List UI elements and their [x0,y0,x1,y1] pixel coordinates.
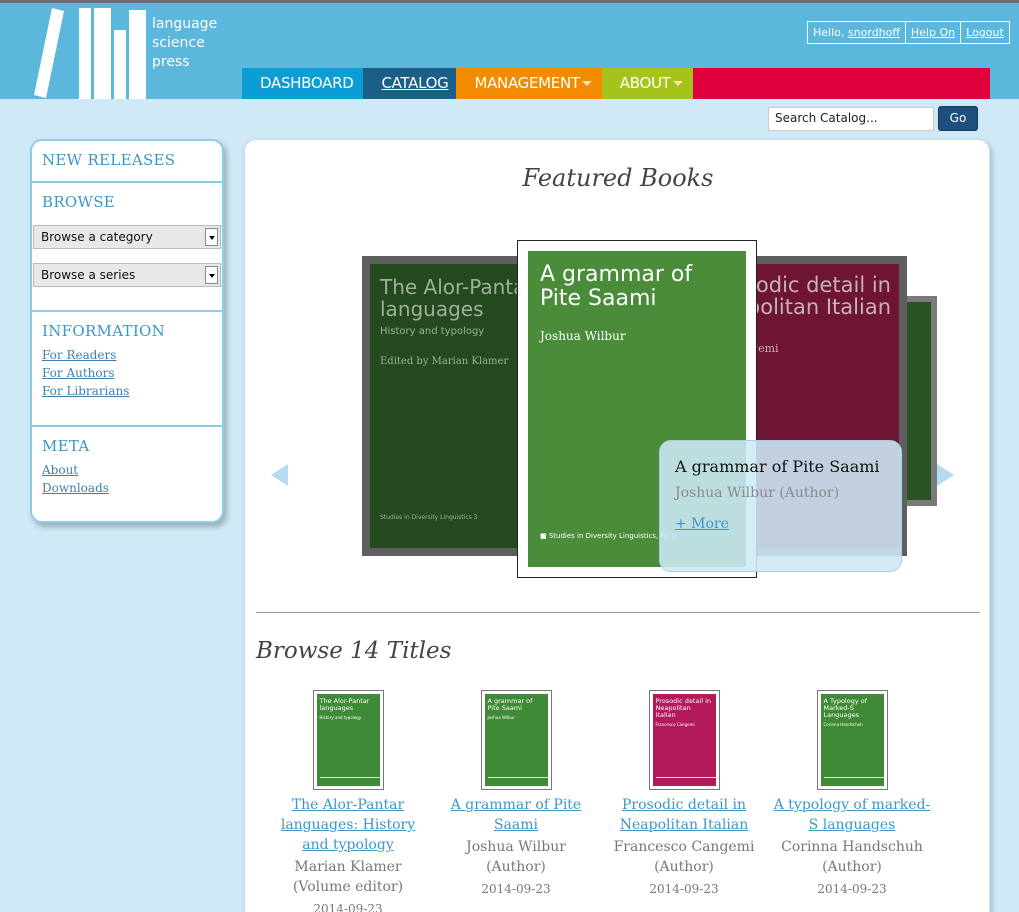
greeting-text: Hello, [813,26,845,39]
thumb-subtitle: Joshua Wilbur [487,715,515,720]
catalog-item: The Alor-Pantar languages History and ty… [268,690,428,912]
user-bar: Hello, snordhoff Help On Logout [807,21,1010,44]
sidebar-new-releases[interactable]: NEW RELEASES [32,141,222,183]
thumb-subtitle: Corinna Handschuh [823,722,863,727]
catalog-item: Prosodic detail in Neapolitan Italian Fr… [604,690,764,899]
logout-link[interactable]: Logout [960,22,1009,43]
search-input[interactable]: Search Catalog... [768,107,934,131]
catalog-item: A Typology of Marked-S Languages Corinna… [772,690,932,899]
book-title-link[interactable]: A typology of marked-S languages [772,795,932,835]
sidebar-heading: META [42,437,90,455]
link-about[interactable]: About [42,461,212,479]
book-series-text: Studies in Diversity Linguistics, No 5 [548,532,677,540]
sidebar-information: INFORMATION For Readers For Authors For … [32,312,222,427]
book-thumbnail[interactable]: A grammar of Pite Saami Joshua Wilbur [480,690,552,790]
tooltip-title: A grammar of Pite Saami [675,457,880,476]
carousel-next-icon[interactable] [937,464,954,486]
chevron-down-icon[interactable] [205,266,218,284]
book-author: Joshua Wilbur (Author) [466,839,566,875]
book-author: Francesco Cangemi (Author) [613,839,755,875]
book-date: 2014-09-23 [649,882,719,896]
nav-dashboard[interactable]: DASHBOARD [242,68,364,99]
main-nav: DASHBOARD CATALOG MANAGEMENT ABOUT [242,68,990,99]
logo-line: language [152,16,218,32]
logo-line: press [152,54,190,70]
user-greeting: Hello, snordhoff [808,22,905,43]
thumb-footer [319,777,380,780]
chevron-down-icon [672,81,683,86]
book-tooltip: A grammar of Pite Saami Joshua Wilbur (A… [659,440,902,572]
carousel-prev-icon[interactable] [271,464,288,486]
catalog-item: A grammar of Pite Saami Joshua Wilbur A … [436,690,596,899]
book-thumbnail[interactable]: A Typology of Marked-S Languages Corinna… [816,690,888,790]
book-title: A grammar of Pite Saami [540,262,693,311]
nav-label: DASHBOARD [260,74,354,92]
nav-label: ABOUT [619,74,671,92]
nav-filler [692,68,990,99]
book-author: Marian Klamer (Volume editor) [292,859,404,895]
thumb-title: Prosodic detail in Neapolitan Italian [655,697,712,719]
link-downloads[interactable]: Downloads [42,479,212,497]
link-for-authors[interactable]: For Authors [42,364,212,382]
sidebar-heading: INFORMATION [42,322,166,340]
book-thumbnail[interactable]: Prosodic detail in Neapolitan Italian Fr… [648,690,720,790]
sidebar-heading[interactable]: NEW RELEASES [42,151,212,169]
nav-label: CATALOG [381,74,449,92]
sidebar-browse: BROWSE Browse a category Browse a series [32,183,222,312]
browse-title: Browse 14 Titles [256,638,452,664]
main-content: Featured Books Prosodic detail in Neapol… [244,139,990,912]
book-title-link[interactable]: Prosodic detail in Neapolitan Italian [604,795,764,835]
nav-label: MANAGEMENT [474,74,580,92]
nav-catalog[interactable]: CATALOG [363,68,457,99]
select-value: Browse a series [41,268,136,282]
series-select[interactable]: Browse a series [33,263,221,287]
search-go-button[interactable]: Go [938,106,978,131]
thumb-title: A Typology of Marked-S Languages [823,697,868,719]
category-select[interactable]: Browse a category [33,225,221,249]
username-link[interactable]: snordhoff [848,26,900,39]
book-date: 2014-09-23 [481,882,551,896]
book-thumbnail[interactable]: The Alor-Pantar languages History and ty… [312,690,384,790]
thumb-footer [487,777,548,780]
book-date: 2014-09-23 [313,902,383,912]
sidebar-heading: BROWSE [42,193,116,211]
help-link[interactable]: Help On [904,22,960,43]
book-series: Studies in Diversity Linguistics 3 [380,514,478,521]
thumb-title: The Alor-Pantar languages [319,697,370,712]
book-editor: Edited by Marian Klamer [380,356,509,367]
logo-text: language science press [152,15,217,72]
logo-line: science [152,35,205,51]
chevron-down-icon[interactable] [205,228,218,246]
thumb-footer [655,777,716,780]
book-title-link[interactable]: The Alor-Pantar languages: History and t… [268,795,428,855]
thumb-title: A grammar of Pite Saami [487,697,533,712]
link-for-readers[interactable]: For Readers [42,346,212,364]
book-series: ■ Studies in Diversity Linguistics, No 5 [540,532,677,540]
sidebar: NEW RELEASES BROWSE Browse a category Br… [30,139,224,523]
header: language science press Hello, snordhoff … [0,0,1019,99]
featured-title: Featured Books [522,164,714,192]
sidebar-meta: META About Downloads [32,427,222,497]
book-author: Joshua Wilbur [540,329,626,343]
book-title-link[interactable]: A grammar of Pite Saami [436,795,596,835]
thumb-subtitle: Francesco Cangemi [655,722,695,727]
tooltip-more-link[interactable]: + More [675,516,886,532]
tooltip-author: Joshua Wilbur (Author) [675,485,840,501]
divider [256,612,980,613]
book-author: Corinna Handschuh (Author) [781,839,923,875]
nav-about[interactable]: ABOUT [601,68,693,99]
select-value: Browse a category [41,230,153,244]
thumb-footer [823,777,884,780]
book-subtitle: History and typology [380,326,485,337]
link-for-librarians[interactable]: For Librarians [42,382,212,400]
thumb-subtitle: History and typology [319,715,362,720]
chevron-down-icon [581,81,592,86]
nav-management[interactable]: MANAGEMENT [456,68,602,99]
book-date: 2014-09-23 [817,882,887,896]
